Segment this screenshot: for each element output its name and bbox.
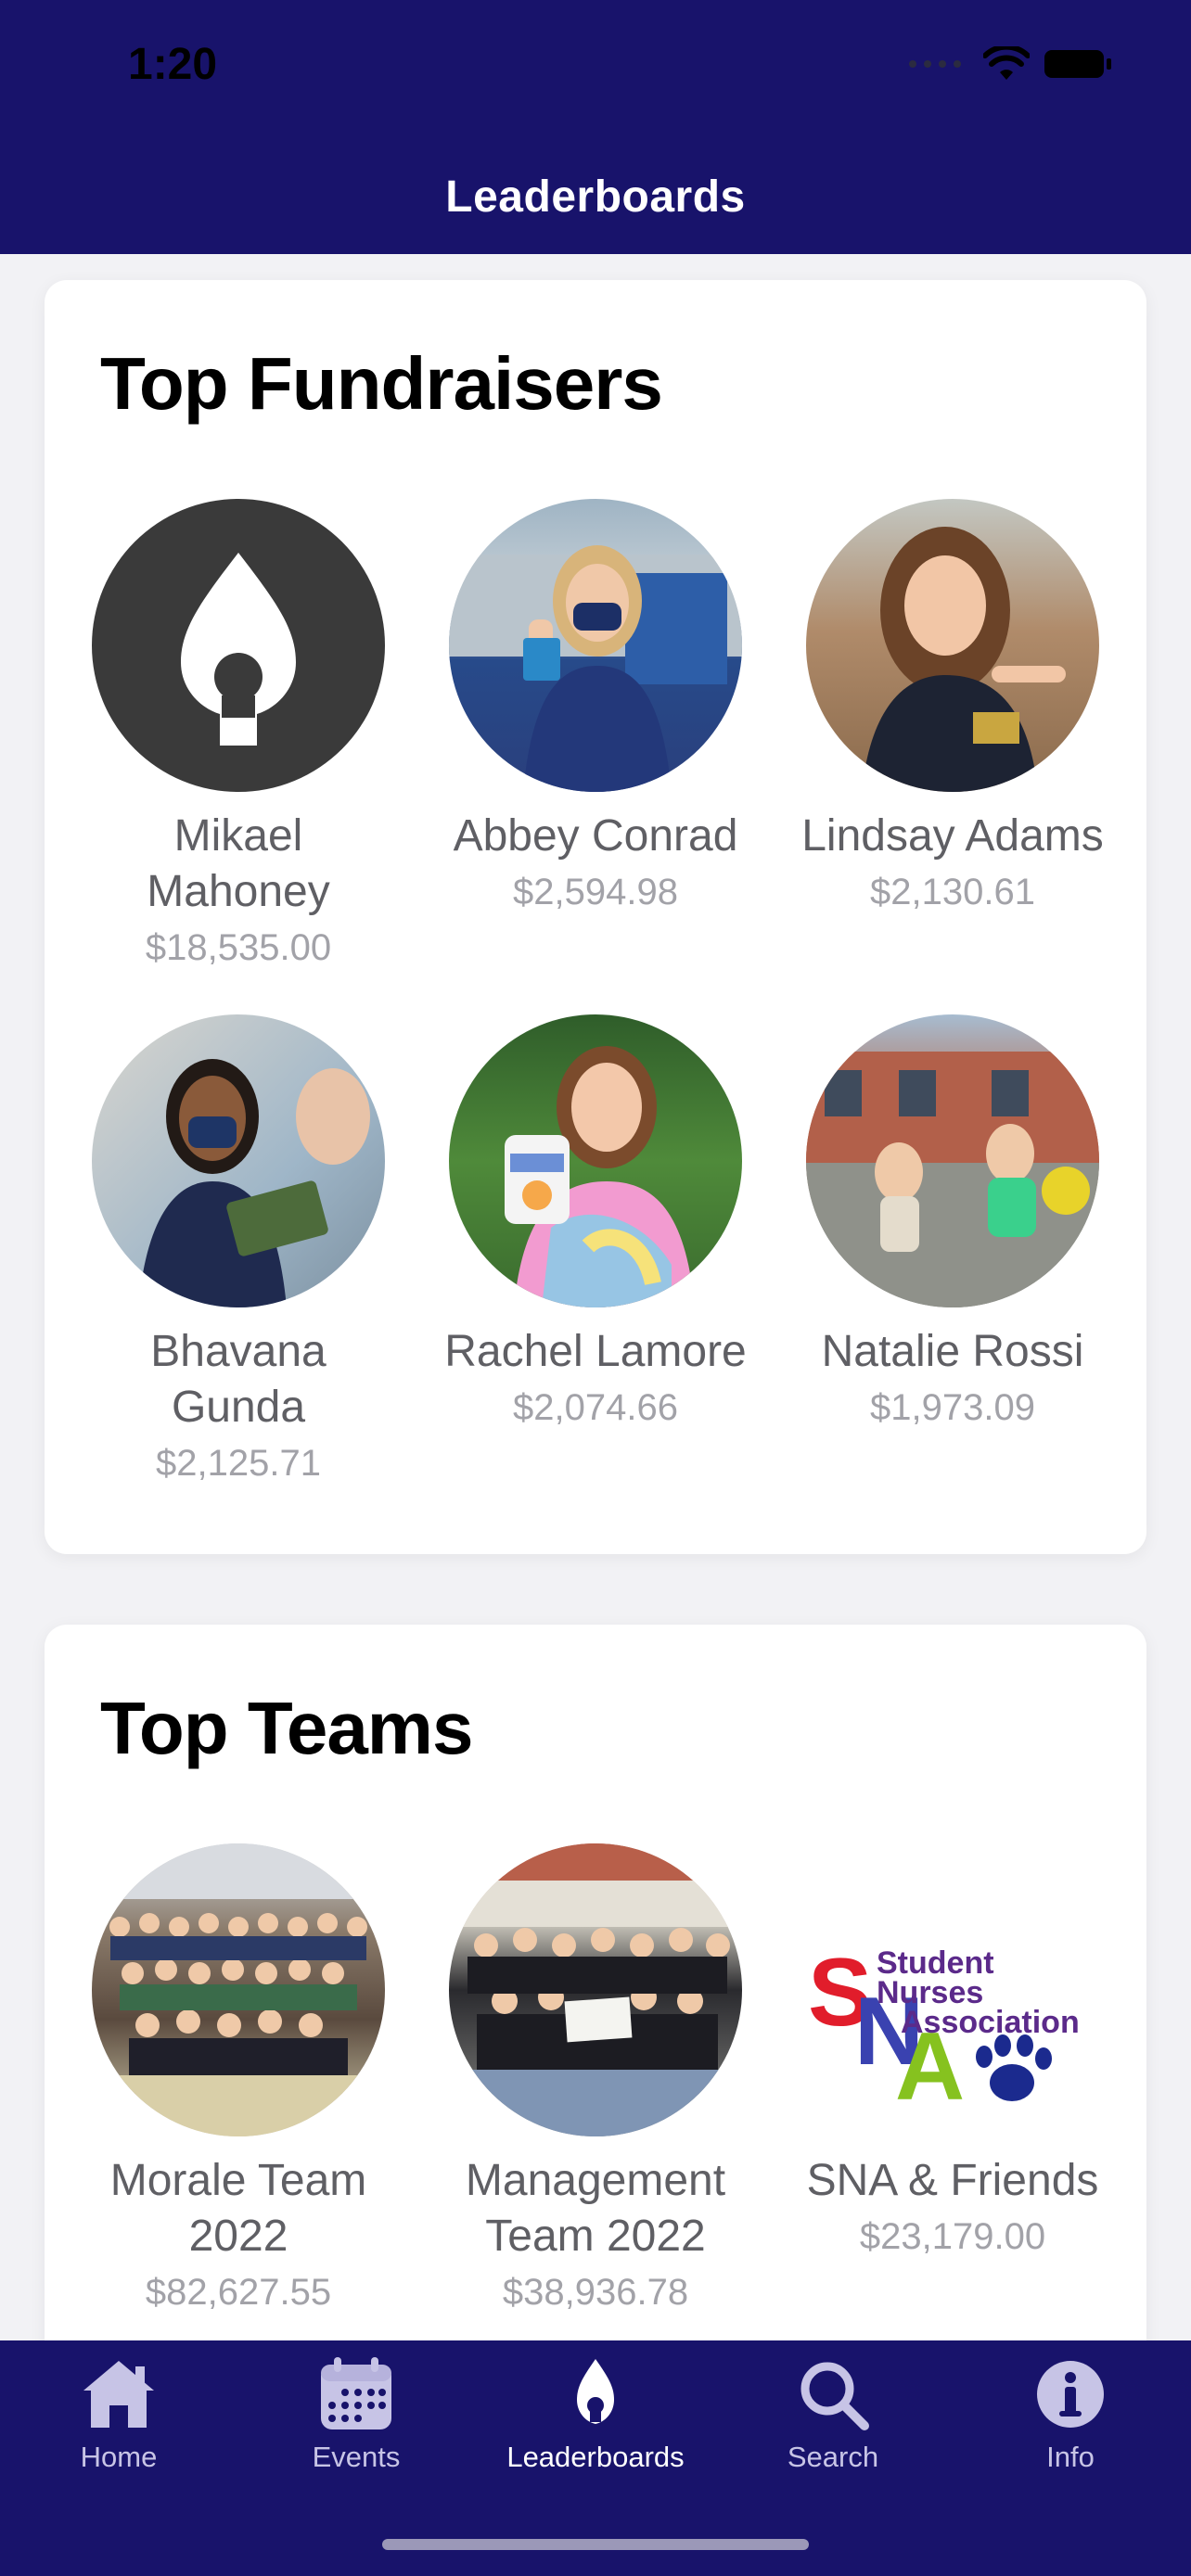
tab-label: Leaderboards [506,2441,685,2473]
avatar [806,499,1099,792]
team-name: Morale Team 2022 [109,2156,367,2261]
group-photo [92,1843,385,2136]
magnifier-icon [800,2362,869,2430]
avatar [92,1014,385,1307]
tab-search[interactable]: Search [722,2357,944,2474]
fundraiser-name: Rachel Lamore [444,1327,747,1376]
cellular-signal-icon [909,60,961,68]
calendar-icon [321,2357,391,2429]
sna-logo-icon: S N A Student Nurses Association [808,1939,1080,2121]
tab-events[interactable]: Events [245,2357,467,2474]
group-photo [449,1843,742,2136]
person-photo [806,1052,1099,1307]
fundraiser-item[interactable]: Rachel Lamore $2,074.66 [435,1014,756,1489]
wifi-icon [983,46,1030,80]
avatar [449,1014,742,1307]
tab-label: Events [312,2441,401,2473]
section-title: Top Teams [100,1687,473,1769]
flame-logo-icon [181,553,296,746]
team-item[interactable]: Morale Team 2022 $82,627.55 [78,1843,399,2318]
status-icons [909,46,1113,82]
fundraiser-name: Mikael Mahoney [147,811,330,916]
info-icon [1037,2361,1104,2428]
fundraiser-amount: $2,125.71 [156,1443,321,1484]
fundraiser-item[interactable]: Bhavana Gunda $2,125.71 [78,1014,399,1489]
avatar: S N A Student Nurses Association [806,1843,1099,2136]
fundraiser-amount: $1,973.09 [870,1387,1035,1428]
tab-info[interactable]: Info [959,2357,1182,2474]
fundraiser-amount: $2,594.98 [513,872,678,912]
top-teams-card: Top Teams Morale Team 2022 $82,627.55 Ma… [45,1625,1146,2366]
avatar [92,499,385,792]
tab-label: Home [80,2441,158,2473]
nav-header: Leaderboards [0,139,1191,254]
top-fundraisers-card: Top Fundraisers Mikael Mahoney $18,535.0… [45,280,1146,1554]
team-name: Management Team 2022 [465,2156,726,2261]
status-time: 1:20 [128,40,218,89]
fundraiser-name: Abbey Conrad [453,811,738,861]
tab-label: Search [787,2441,879,2473]
team-item[interactable]: S N A Student Nurses Association SNA & F… [792,1843,1113,2318]
fundraiser-item[interactable]: Abbey Conrad $2,594.98 [435,499,756,974]
tab-leaderboards[interactable]: Leaderboards [484,2357,707,2474]
avatar [806,1014,1099,1307]
fundraiser-name: Lindsay Adams [801,811,1104,861]
teams-grid: Morale Team 2022 $82,627.55 Management T… [78,1843,1113,2318]
person-photo [505,1046,695,1307]
person-photo [138,1059,370,1307]
avatar [449,1843,742,2136]
page-title: Leaderboards [445,172,746,222]
team-amount: $82,627.55 [145,2272,332,2313]
home-indicator[interactable] [382,2539,809,2550]
svg-text:Association: Association [901,2005,1080,2040]
fundraiser-amount: $18,535.00 [145,927,332,968]
tab-home[interactable]: Home [7,2357,230,2474]
tab-label: Info [1046,2441,1095,2473]
team-amount: $23,179.00 [859,2216,1046,2257]
person-photo [449,545,742,792]
status-bar: 1:20 [0,0,1191,139]
fundraiser-name: Natalie Rossi [821,1327,1084,1376]
section-title: Top Fundraisers [100,342,663,425]
battery-icon [1044,50,1111,78]
fundraiser-name: Bhavana Gunda [150,1327,327,1432]
team-item[interactable]: Management Team 2022 $38,936.78 [435,1843,756,2318]
fundraiser-amount: $2,074.66 [513,1387,678,1428]
avatar [449,499,742,792]
avatar [92,1843,385,2136]
person-photo [862,527,1066,792]
fundraiser-item[interactable]: Mikael Mahoney $18,535.00 [78,499,399,974]
team-name: SNA & Friends [806,2156,1099,2205]
fundraisers-grid: Mikael Mahoney $18,535.00 Abbey Conrad $… [78,499,1113,1489]
fundraiser-item[interactable]: Lindsay Adams $2,130.61 [792,499,1113,974]
fundraiser-item[interactable]: Natalie Rossi $1,973.09 [792,1014,1113,1489]
flame-icon [577,2359,614,2424]
team-amount: $38,936.78 [502,2272,689,2313]
house-icon [83,2361,154,2428]
fundraiser-amount: $2,130.61 [870,872,1035,912]
